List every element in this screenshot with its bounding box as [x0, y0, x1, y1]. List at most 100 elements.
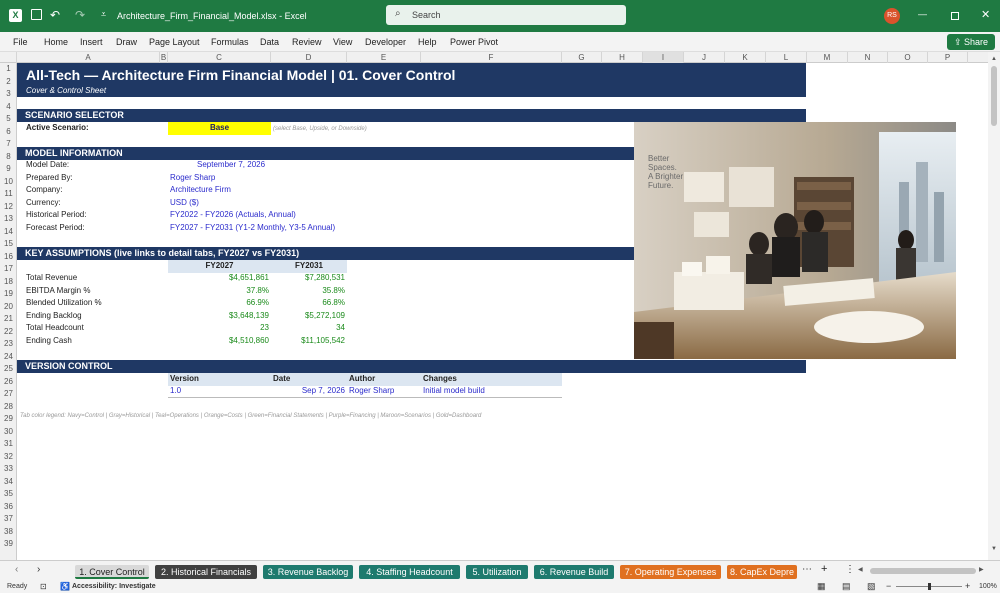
- forecast-period-value[interactable]: FY2027 - FY2031 (Y1-2 Monthly, Y3-5 Annu…: [170, 222, 335, 235]
- column-header[interactable]: G: [562, 52, 602, 63]
- assumption-label[interactable]: Blended Utilization %: [26, 297, 102, 310]
- assumption-label[interactable]: Ending Cash: [26, 335, 72, 348]
- assumption-fy2027[interactable]: $4,651,861: [168, 272, 269, 285]
- assumption-label[interactable]: Total Headcount: [26, 322, 84, 335]
- row-header[interactable]: 24: [0, 351, 17, 364]
- section-header[interactable]: VERSION CONTROL: [17, 360, 806, 373]
- assumption-fy2031[interactable]: 34: [271, 322, 345, 335]
- model-info-label[interactable]: Model Date:: [26, 159, 69, 172]
- zoom-slider[interactable]: [896, 583, 962, 590]
- version-col-header[interactable]: Changes: [423, 373, 457, 386]
- h-scroll-thumb[interactable]: [870, 568, 976, 574]
- menu-developer[interactable]: Developer: [365, 37, 406, 47]
- scroll-up-icon[interactable]: ▲: [991, 56, 997, 62]
- close-icon[interactable]: ✕: [981, 8, 990, 21]
- assumption-col-header[interactable]: FY2027: [168, 260, 271, 273]
- menu-data[interactable]: Data: [260, 37, 279, 47]
- column-header[interactable]: F: [421, 52, 562, 63]
- row-header[interactable]: 32: [0, 451, 17, 464]
- model-info-label[interactable]: Forecast Period:: [26, 222, 85, 235]
- model-info-label[interactable]: Company:: [26, 184, 62, 197]
- row-header[interactable]: 5: [0, 113, 17, 126]
- macro-record-icon[interactable]: ⊡: [40, 582, 47, 591]
- row-header[interactable]: 35: [0, 488, 17, 501]
- version-author[interactable]: Roger Sharp: [349, 385, 394, 398]
- row-header[interactable]: 29: [0, 413, 17, 426]
- scroll-left-icon[interactable]: ◀: [858, 566, 863, 573]
- row-header[interactable]: 33: [0, 463, 17, 476]
- row-header[interactable]: 17: [0, 263, 17, 276]
- assumption-col-header[interactable]: FY2031: [271, 260, 347, 273]
- office-photo[interactable]: Better Spaces. A Brighter Future.: [634, 122, 956, 359]
- zoom-level[interactable]: 100%: [979, 583, 997, 590]
- column-header[interactable]: H: [602, 52, 643, 63]
- page-break-view-icon[interactable]: ▧: [867, 581, 876, 592]
- row-header[interactable]: 8: [0, 151, 17, 164]
- scroll-right-icon[interactable]: ▶: [979, 566, 984, 573]
- row-header[interactable]: 2: [0, 76, 17, 89]
- model-info-label[interactable]: Currency:: [26, 197, 61, 210]
- tab-scroll-right-icon[interactable]: ›: [37, 564, 40, 575]
- assumption-fy2027[interactable]: 66.9%: [168, 297, 269, 310]
- active-scenario-input[interactable]: Base: [168, 122, 271, 135]
- tab-color-legend[interactable]: Tab color legend: Navy=Control | Gray=Hi…: [20, 410, 481, 423]
- row-header[interactable]: 11: [0, 188, 17, 201]
- row-header[interactable]: 4: [0, 101, 17, 114]
- menu-file[interactable]: File: [13, 37, 28, 47]
- version-changes[interactable]: Initial model build: [423, 385, 485, 398]
- column-header[interactable]: J: [684, 52, 725, 63]
- column-header[interactable]: A: [17, 52, 160, 63]
- page-layout-view-icon[interactable]: ▤: [842, 581, 851, 592]
- zoom-out-icon[interactable]: −: [886, 581, 891, 591]
- sheet-tab-revenue-backlog[interactable]: 3. Revenue Backlog: [263, 565, 353, 579]
- row-header[interactable]: 25: [0, 363, 17, 376]
- model-date-value[interactable]: September 7, 2026: [197, 159, 265, 172]
- version-col-header[interactable]: Date: [273, 373, 290, 386]
- accessibility-icon[interactable]: ♿: [60, 582, 70, 591]
- assumption-fy2031[interactable]: $7,280,531: [271, 272, 345, 285]
- assumption-fy2031[interactable]: $5,272,109: [271, 310, 345, 323]
- column-header[interactable]: C: [168, 52, 271, 63]
- save-icon[interactable]: [31, 9, 42, 20]
- column-header[interactable]: D: [271, 52, 347, 63]
- customize-toolbar-icon[interactable]: ⩡: [101, 9, 106, 20]
- column-header[interactable]: B: [160, 52, 168, 63]
- menu-home[interactable]: Home: [44, 37, 68, 47]
- version-date[interactable]: Sep 7, 2026: [271, 385, 345, 398]
- column-header[interactable]: M: [807, 52, 848, 63]
- row-header[interactable]: 21: [0, 313, 17, 326]
- sheet-tab-operating-expenses[interactable]: 7. Operating Expenses: [620, 565, 721, 579]
- assumption-fy2031[interactable]: $11,105,542: [271, 335, 345, 348]
- column-header[interactable]: P: [928, 52, 968, 63]
- menu-help[interactable]: Help: [418, 37, 437, 47]
- row-header[interactable]: 9: [0, 163, 17, 176]
- row-header[interactable]: 31: [0, 438, 17, 451]
- row-header[interactable]: 39: [0, 538, 17, 551]
- assumption-fy2027[interactable]: $3,648,139: [168, 310, 269, 323]
- sheet-title[interactable]: All-Tech — Architecture Firm Financial M…: [26, 67, 455, 83]
- section-header[interactable]: SCENARIO SELECTOR: [17, 109, 806, 122]
- row-header[interactable]: 18: [0, 276, 17, 289]
- prepared-by-value[interactable]: Roger Sharp: [170, 172, 215, 185]
- row-header[interactable]: 22: [0, 326, 17, 339]
- version-number[interactable]: 1.0: [170, 385, 181, 398]
- column-header[interactable]: I: [643, 52, 684, 63]
- more-tabs-icon[interactable]: ⋯: [802, 564, 812, 575]
- undo-icon[interactable]: ↶: [50, 8, 60, 22]
- tab-scroll-left-icon[interactable]: ‹: [15, 564, 18, 575]
- sheet-tab-staffing-headcount[interactable]: 4. Staffing Headcount: [359, 565, 460, 579]
- row-header[interactable]: 10: [0, 176, 17, 189]
- assumption-label[interactable]: Total Revenue: [26, 272, 77, 285]
- sheet-subtitle[interactable]: Cover & Control Sheet: [26, 86, 106, 95]
- share-button[interactable]: ⇪ Share: [947, 34, 995, 50]
- column-header[interactable]: N: [848, 52, 888, 63]
- version-col-header[interactable]: Author: [349, 373, 375, 386]
- row-header[interactable]: 7: [0, 138, 17, 151]
- row-header[interactable]: 34: [0, 476, 17, 489]
- row-header[interactable]: 36: [0, 501, 17, 514]
- column-header[interactable]: E: [347, 52, 421, 63]
- assumption-fy2027[interactable]: $4,510,860: [168, 335, 269, 348]
- search-box[interactable]: ⌕ Search: [386, 5, 626, 25]
- menu-formulas[interactable]: Formulas: [211, 37, 249, 47]
- scroll-thumb[interactable]: [991, 66, 997, 126]
